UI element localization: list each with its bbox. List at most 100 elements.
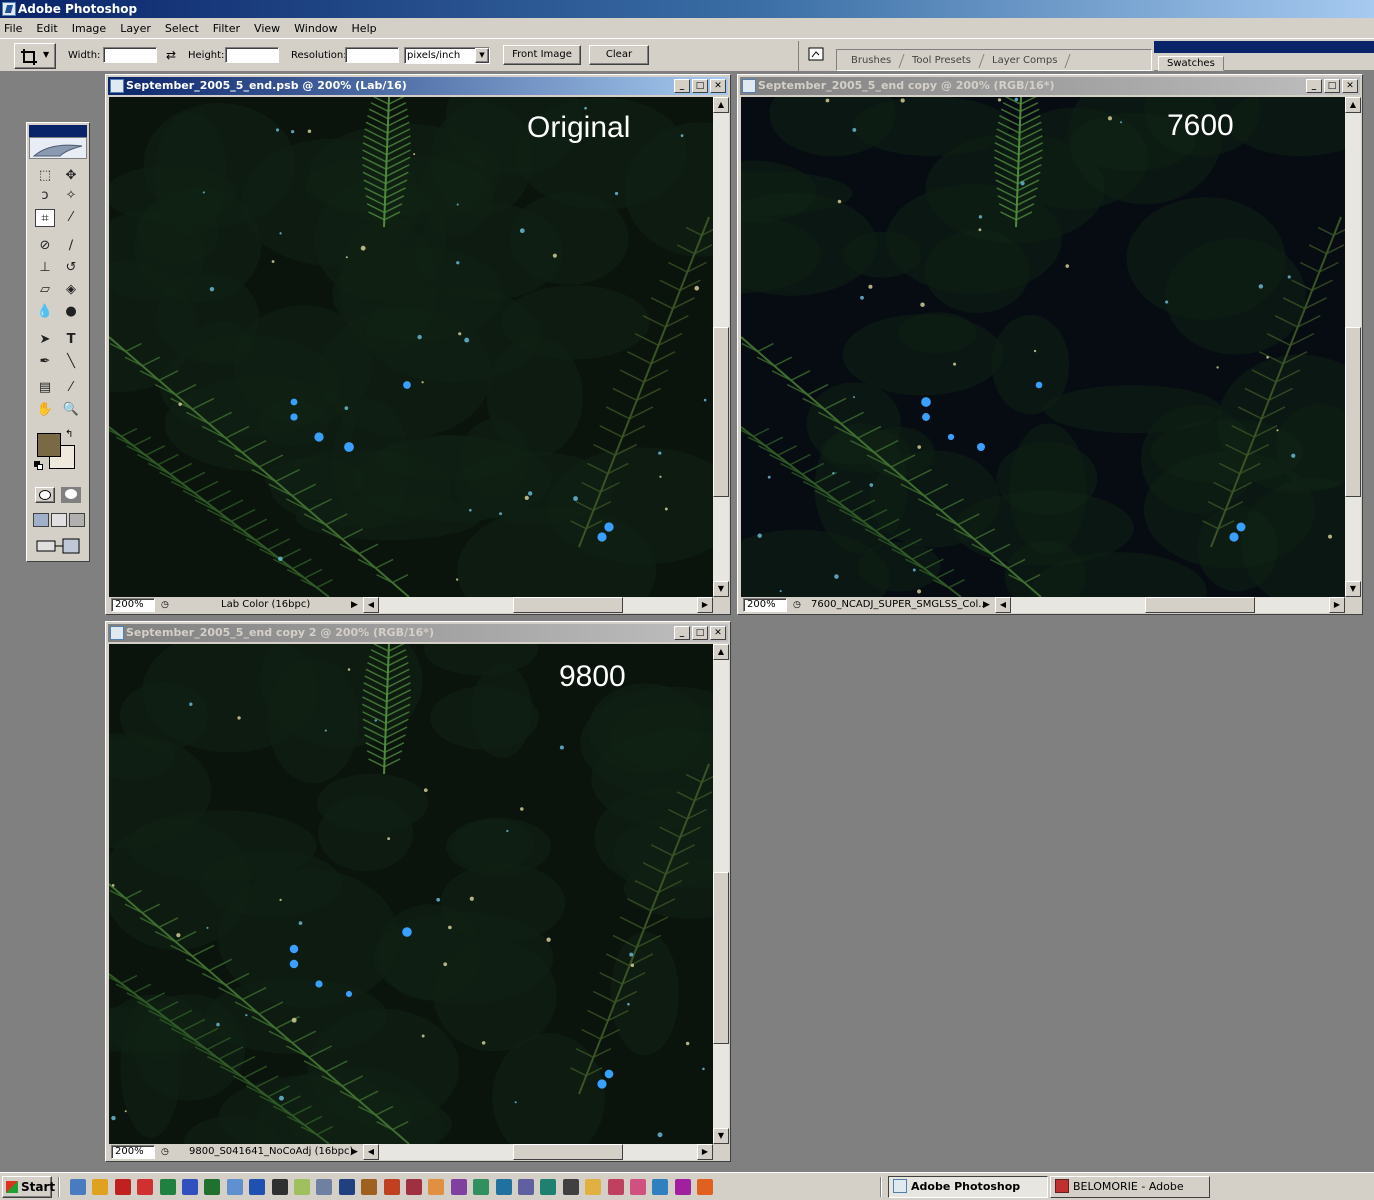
color-icon[interactable]: [674, 1179, 691, 1195]
maximize-button[interactable]: □: [692, 79, 708, 93]
quick-mask-icon[interactable]: [61, 487, 81, 503]
start-button[interactable]: Start: [2, 1176, 55, 1198]
front-image-button[interactable]: Front Image: [503, 45, 581, 65]
scroll-thumb[interactable]: [1345, 327, 1361, 497]
swap-icon[interactable]: ⇄: [166, 48, 176, 62]
document-title-bar[interactable]: September_2005_5_end copy @ 200% (RGB/16…: [740, 77, 1360, 95]
close-button[interactable]: ✕: [710, 626, 726, 640]
notepad-icon[interactable]: [226, 1179, 243, 1195]
minimize-button[interactable]: _: [674, 79, 690, 93]
minimize-button[interactable]: _: [674, 626, 690, 640]
pen-icon[interactable]: [652, 1179, 669, 1195]
scroll-thumb[interactable]: [713, 327, 729, 497]
camera-icon[interactable]: [271, 1179, 288, 1195]
status-menu-arrow-icon[interactable]: ▶: [351, 1144, 358, 1160]
globe-icon[interactable]: [540, 1179, 557, 1195]
word-icon[interactable]: [249, 1179, 266, 1195]
hand-icon[interactable]: ✋: [35, 401, 55, 419]
excel-icon[interactable]: [204, 1179, 221, 1195]
tab-swatches[interactable]: Swatches: [1158, 56, 1224, 71]
vertical-scrollbar[interactable]: ▲ ▼: [1345, 97, 1361, 597]
line-icon[interactable]: ╲: [61, 353, 81, 371]
status-menu-arrow-icon[interactable]: ▶: [351, 597, 358, 613]
desktop-icon[interactable]: [70, 1179, 86, 1195]
zip-icon[interactable]: [406, 1179, 422, 1195]
network-icon[interactable]: [338, 1179, 355, 1195]
vector-icon[interactable]: [607, 1179, 624, 1195]
menu-image[interactable]: Image: [72, 22, 106, 35]
tools-panel-header[interactable]: [29, 125, 87, 137]
paint-bucket-icon[interactable]: ◈: [61, 281, 81, 299]
photoshop-icon[interactable]: [2, 2, 16, 16]
lasso-icon[interactable]: ↄ: [35, 187, 55, 205]
acrobat-icon[interactable]: [114, 1179, 131, 1195]
chevron-down-icon[interactable]: ▼: [475, 48, 489, 63]
scroll-right-arrow[interactable]: ▶: [697, 1144, 713, 1160]
menu-view[interactable]: View: [254, 22, 280, 35]
zoom-icon[interactable]: 🔍: [61, 401, 81, 419]
minimize-button[interactable]: _: [1306, 79, 1322, 93]
paint-icon[interactable]: [294, 1179, 310, 1195]
scroll-thumb[interactable]: [513, 1144, 623, 1160]
mail-icon[interactable]: [316, 1179, 333, 1195]
status-icon[interactable]: ◷: [161, 1144, 169, 1160]
firefox-icon[interactable]: [159, 1179, 176, 1195]
menu-edit[interactable]: Edit: [36, 22, 57, 35]
tab-brushes[interactable]: Brushes: [838, 54, 905, 68]
smile-icon[interactable]: [585, 1179, 602, 1195]
scroll-down-arrow[interactable]: ▼: [713, 581, 729, 597]
feather-logo-icon[interactable]: [29, 137, 87, 159]
slice-icon[interactable]: ⁄: [61, 209, 81, 227]
pen-icon[interactable]: ✒: [35, 353, 55, 371]
monitor-icon[interactable]: [562, 1179, 579, 1195]
eyedropper-icon[interactable]: ⁄: [61, 379, 81, 397]
foreground-color-swatch[interactable]: [37, 433, 61, 457]
disk-icon[interactable]: [383, 1179, 400, 1195]
scroll-up-arrow[interactable]: ▲: [713, 97, 729, 113]
maximize-button[interactable]: □: [1324, 79, 1340, 93]
chart-icon[interactable]: [495, 1179, 512, 1195]
resolution-input[interactable]: [345, 47, 399, 63]
scroll-left-arrow[interactable]: ◀: [995, 597, 1011, 613]
scroll-down-arrow[interactable]: ▼: [1345, 581, 1361, 597]
scroll-right-arrow[interactable]: ▶: [697, 597, 713, 613]
eraser-icon[interactable]: ▱: [35, 281, 55, 299]
scroll-left-arrow[interactable]: ◀: [363, 1144, 379, 1160]
acrobat-reader-icon[interactable]: [137, 1179, 154, 1195]
vertical-scrollbar[interactable]: ▲ ▼: [713, 644, 729, 1144]
healing-brush-icon[interactable]: ⊘: [35, 237, 55, 255]
close-button[interactable]: ✕: [710, 79, 726, 93]
scroll-thumb[interactable]: [713, 872, 729, 1044]
task-adobe-bridge[interactable]: BELOMORIE - Adobe Bridge: [1050, 1176, 1210, 1198]
brush-icon[interactable]: ∕: [61, 237, 81, 255]
zoom-field[interactable]: 200%: [111, 1145, 155, 1159]
menu-filter[interactable]: Filter: [213, 22, 240, 35]
tab-layer-comps[interactable]: Layer Comps: [979, 54, 1072, 68]
scroll-thumb[interactable]: [513, 597, 623, 613]
screen-mode-full-menu-icon[interactable]: [51, 513, 67, 527]
tool-icon[interactable]: [428, 1179, 445, 1195]
scroll-up-arrow[interactable]: ▲: [1345, 97, 1361, 113]
jump-to-imageready-icon[interactable]: [35, 537, 81, 555]
scroll-thumb[interactable]: [1145, 597, 1255, 613]
menu-help[interactable]: Help: [352, 22, 377, 35]
blur-icon[interactable]: 💧: [35, 303, 55, 321]
dodge-icon[interactable]: ●: [61, 303, 81, 321]
image-canvas[interactable]: 7600: [741, 97, 1345, 597]
screen-mode-standard-icon[interactable]: [33, 513, 49, 527]
standard-mode-icon[interactable]: [35, 487, 55, 503]
document-title-bar[interactable]: September_2005_5_end.psb @ 200% (Lab/16)…: [108, 77, 728, 95]
swap-colors-icon[interactable]: ↰: [65, 429, 73, 440]
horizontal-scrollbar[interactable]: ◀ ▶: [995, 597, 1345, 613]
clone-stamp-icon[interactable]: ⊥: [35, 259, 55, 277]
move-icon[interactable]: ✥: [61, 167, 81, 185]
history-brush-icon[interactable]: ↺: [61, 259, 81, 277]
close-button[interactable]: ✕: [1342, 79, 1358, 93]
magic-wand-icon[interactable]: ✧: [61, 187, 81, 205]
task-adobe-photoshop[interactable]: Adobe Photoshop: [888, 1176, 1048, 1198]
menu-window[interactable]: Window: [294, 22, 337, 35]
tool-preset-picker[interactable]: ▼: [14, 43, 56, 69]
status-icon[interactable]: ◷: [161, 597, 169, 613]
menu-file[interactable]: File: [4, 22, 22, 35]
help-icon[interactable]: [518, 1179, 534, 1195]
